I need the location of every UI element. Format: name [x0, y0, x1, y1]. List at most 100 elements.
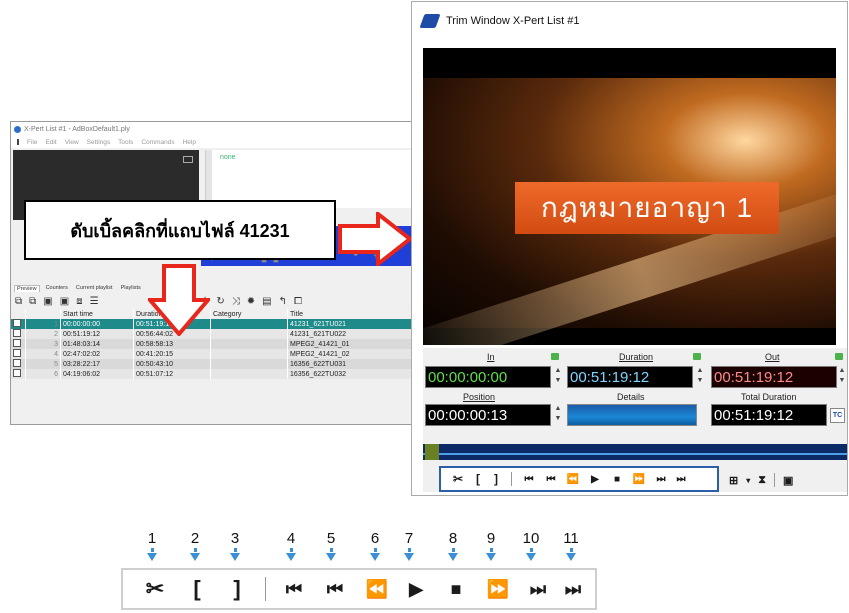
in-spinner-icon[interactable]: ▲ ▼ — [554, 366, 562, 388]
table-row[interactable]: 6 04:19:06:02 00:51:07:12 16356_622TU032 — [11, 369, 429, 379]
row-start: 00:51:19:12 — [60, 329, 134, 339]
rewind-icon[interactable]: ⏪ — [562, 474, 584, 485]
row-duration: 00:58:58:13 — [133, 339, 211, 349]
previous-icon[interactable]: ⏮ — [314, 579, 356, 600]
table-row[interactable]: 4 02:47:02:02 00:41:20:15 MPEG2_41421_02 — [11, 349, 429, 359]
fast-forward-icon[interactable]: ⏩ — [478, 579, 518, 600]
gear-icon[interactable]: ✹ — [247, 296, 255, 307]
col-title[interactable]: Title — [287, 309, 429, 319]
table-row[interactable]: 2 00:51:19:12 00:56:44:02 41231_621TU022 — [11, 329, 429, 339]
play-icon[interactable]: ▶ — [398, 579, 434, 600]
row-title: 16356_622TU032 — [287, 369, 429, 379]
mark-in-icon[interactable]: [ — [177, 576, 217, 602]
row-start: 03:28:22:17 — [60, 359, 134, 369]
list-icon[interactable]: ☰ — [90, 296, 99, 307]
shuffle-icon[interactable]: ⤨ — [232, 296, 240, 307]
mark-in-icon[interactable]: [ — [469, 472, 487, 486]
row-checkbox[interactable] — [11, 359, 26, 369]
separator — [511, 472, 512, 486]
duration-spinner-icon[interactable]: ▲ ▼ — [696, 366, 704, 388]
menu-settings[interactable]: Settings — [87, 139, 111, 146]
cut-icon[interactable]: ✂ — [133, 576, 177, 602]
table-row[interactable]: 5 03:28:22:17 00:50:43:10 16356_622TU031 — [11, 359, 429, 369]
dropdown-icon[interactable]: ▾ — [746, 476, 750, 485]
col-category[interactable]: Category — [210, 309, 288, 319]
video-preview[interactable]: กฎหมายอาญา 1 — [423, 48, 836, 345]
row-start: 00:00:00:00 — [60, 319, 134, 329]
position-spinner-icon[interactable]: ▲ ▼ — [554, 404, 562, 426]
out-timecode[interactable]: 00:51:19:12 — [711, 366, 837, 388]
timeline-marker[interactable] — [425, 444, 439, 460]
row-checkbox[interactable] — [11, 319, 26, 329]
tab-bar: Preview Counters Current playlist Playli… — [11, 282, 429, 294]
frame-icon[interactable]: ⧗ — [758, 474, 766, 487]
menu-edit[interactable]: Edit — [45, 139, 56, 146]
properties-icon[interactable]: ▤ — [262, 296, 271, 307]
mark-out-icon[interactable]: ] — [217, 576, 257, 602]
row-title: MPEG2_41421_02 — [287, 349, 429, 359]
new-icon[interactable]: ⧉ — [15, 296, 22, 307]
cut-icon[interactable]: ✂ — [447, 472, 469, 486]
table-row[interactable]: 3 01:48:03:14 00:58:58:13 MPEG2_41421_01 — [11, 339, 429, 349]
down-arrow-icon — [148, 264, 210, 336]
out-spinner-icon[interactable]: ▲ ▼ — [838, 366, 846, 388]
table-row[interactable]: 1 00:00:00:00 00:51:19:12 41231_621TU021 — [11, 319, 429, 329]
fast-forward-icon[interactable]: ⏩ — [628, 474, 650, 485]
next-icon[interactable]: ⏭ — [518, 579, 558, 600]
save-icon[interactable]: ▣ — [783, 474, 793, 487]
play-icon[interactable]: ▶ — [584, 474, 606, 485]
monitor-toggle-icon[interactable] — [183, 156, 193, 163]
go-to-end-icon[interactable]: ⏭ — [672, 474, 690, 485]
row-category — [210, 319, 288, 329]
tab-playlists[interactable]: Playlists — [119, 285, 143, 291]
rewind-icon[interactable]: ⏪ — [356, 579, 398, 600]
window-icon[interactable]: ⧠ — [294, 296, 302, 307]
export-icon[interactable]: ⧈ — [76, 296, 82, 307]
tc-button[interactable]: TC — [830, 408, 845, 423]
menu-tools[interactable]: Tools — [118, 139, 133, 146]
row-checkbox[interactable] — [11, 329, 26, 339]
menu-view[interactable]: View — [65, 139, 79, 146]
out-lock-icon[interactable] — [835, 353, 843, 360]
save-icon[interactable]: ▣ — [43, 296, 52, 307]
duration-timecode[interactable]: 00:51:19:12 — [567, 366, 693, 388]
mark-out-icon[interactable]: ] — [487, 472, 505, 486]
stop-icon[interactable]: ■ — [606, 474, 628, 485]
back-icon[interactable]: ↰ — [279, 296, 287, 307]
duration-lock-icon[interactable] — [693, 353, 701, 360]
save-as-icon[interactable]: ▣ — [60, 296, 69, 307]
col-start[interactable]: Start time — [60, 309, 134, 319]
tab-current-playlist[interactable]: Current playlist — [74, 285, 115, 291]
previous-icon[interactable]: ⏮ — [540, 474, 562, 485]
video-title-banner: กฎหมายอาญา 1 — [515, 182, 779, 234]
menu-commands[interactable]: Commands — [141, 139, 174, 146]
go-to-end-icon[interactable]: ⏭ — [558, 579, 588, 600]
row-checkbox[interactable] — [11, 339, 26, 349]
position-timecode[interactable]: 00:00:00:13 — [425, 404, 551, 426]
trim-window: Trim Window X-Pert List #1 กฎหมายอาญา 1 … — [411, 1, 848, 496]
row-index: 2 — [25, 329, 61, 339]
go-to-start-icon[interactable]: ⏮ — [274, 579, 314, 600]
total-duration-timecode: 00:51:19:12 — [711, 404, 827, 426]
video-frame: กฎหมายอาญา 1 — [423, 78, 836, 345]
stop-icon[interactable]: ■ — [434, 579, 478, 600]
row-checkbox[interactable] — [11, 369, 26, 379]
grid-icon[interactable]: ⊞ — [729, 474, 738, 487]
row-index: 6 — [25, 369, 61, 379]
label-11: 11 — [556, 530, 586, 561]
in-timecode[interactable]: 00:00:00:00 — [425, 366, 551, 388]
open-icon[interactable]: ⧉ — [29, 296, 36, 307]
timeline-bar[interactable] — [423, 444, 847, 460]
tab-preview[interactable]: Preview — [14, 284, 40, 292]
next-icon[interactable]: ⏭ — [650, 474, 672, 485]
menu-file[interactable]: File — [27, 139, 37, 146]
row-checkbox[interactable] — [11, 349, 26, 359]
menu-bar: File Edit View Settings Tools Commands H… — [11, 136, 429, 148]
go-to-start-icon[interactable]: ⏮ — [518, 474, 540, 485]
loop-icon[interactable]: ↻ — [216, 296, 224, 307]
in-lock-icon[interactable] — [551, 353, 559, 360]
row-duration: 00:41:20:15 — [133, 349, 211, 359]
menu-help[interactable]: Help — [183, 139, 196, 146]
tab-counters[interactable]: Counters — [44, 285, 70, 291]
status-text: none — [220, 154, 236, 161]
